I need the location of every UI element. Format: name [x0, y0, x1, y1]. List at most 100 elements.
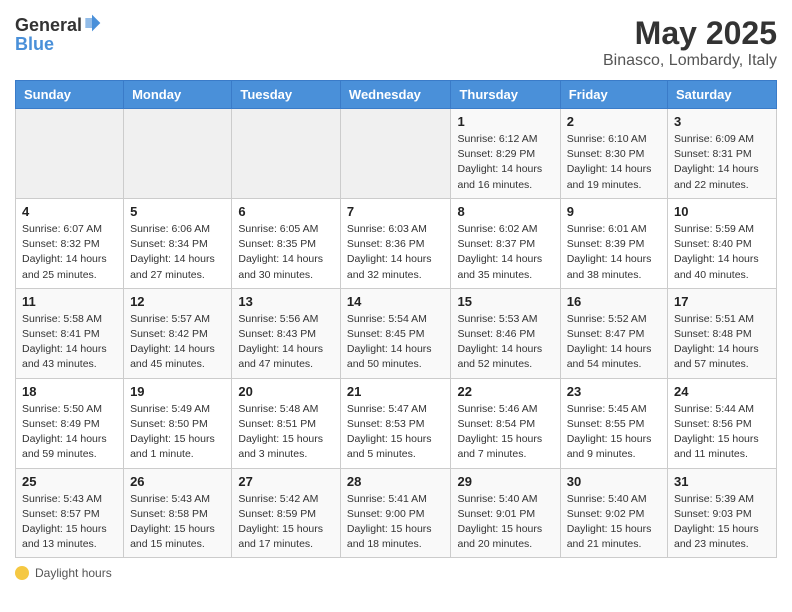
- calendar-cell: 1 Sunrise: 6:12 AM Sunset: 8:29 PM Daylig…: [451, 109, 560, 199]
- day-info: Sunrise: 6:10 AM Sunset: 8:30 PM Dayligh…: [567, 132, 661, 193]
- day-number: 25: [22, 474, 117, 489]
- footer: Daylight hours: [15, 566, 777, 580]
- calendar-cell: 22 Sunrise: 5:46 AM Sunset: 8:54 PM Dayli…: [451, 378, 560, 468]
- calendar-cell: 27Sunrise: 5:42 AM Sunset: 8:59 PM Dayli…: [232, 468, 341, 558]
- calendar-cell: 30 Sunrise: 5:40 AM Sunset: 9:02 PM Dayli…: [560, 468, 667, 558]
- day-number: 1: [457, 114, 553, 129]
- day-number: 23: [567, 384, 661, 399]
- day-number: 29: [457, 474, 553, 489]
- day-number: 31: [674, 474, 770, 489]
- calendar-cell: 2 Sunrise: 6:10 AM Sunset: 8:30 PM Daylig…: [560, 109, 667, 199]
- calendar-cell: 29Sunrise: 5:40 AM Sunset: 9:01 PM Dayli…: [451, 468, 560, 558]
- day-info: Sunrise: 5:47 AM Sunset: 8:53 PM Dayligh…: [347, 402, 445, 463]
- calendar-cell: 4Sunrise: 6:07 AM Sunset: 8:32 PM Daylig…: [16, 198, 124, 288]
- footer-label: Daylight hours: [35, 566, 112, 580]
- calendar-header-row: SundayMondayTuesdayWednesdayThursdayFrid…: [16, 81, 777, 109]
- page-header: General Blue May 2025 Binasco, Lombardy,…: [15, 15, 777, 70]
- day-info: Sunrise: 5:58 AM Sunset: 8:41 PM Dayligh…: [22, 312, 117, 373]
- day-info: Sunrise: 5:46 AM Sunset: 8:54 PM Dayligh…: [457, 402, 553, 463]
- calendar-cell: 21 Sunrise: 5:47 AM Sunset: 8:53 PM Dayli…: [340, 378, 451, 468]
- day-number: 16: [567, 294, 661, 309]
- day-number: 24: [674, 384, 770, 399]
- day-number: 17: [674, 294, 770, 309]
- calendar-cell: 10 Sunrise: 5:59 AM Sunset: 8:40 PM Dayli…: [668, 198, 777, 288]
- calendar-cell: 15 Sunrise: 5:53 AM Sunset: 8:46 PM Dayli…: [451, 288, 560, 378]
- day-info: Sunrise: 6:09 AM Sunset: 8:31 PM Dayligh…: [674, 132, 770, 193]
- day-number: 5: [130, 204, 225, 219]
- calendar-cell: [340, 109, 451, 199]
- day-number: 18: [22, 384, 117, 399]
- day-info: Sunrise: 6:12 AM Sunset: 8:29 PM Dayligh…: [457, 132, 553, 193]
- day-info: Sunrise: 5:41 AM Sunset: 9:00 PM Dayligh…: [347, 492, 445, 553]
- day-of-week-sunday: Sunday: [16, 81, 124, 109]
- calendar-cell: 24 Sunrise: 5:44 AM Sunset: 8:56 PM Dayli…: [668, 378, 777, 468]
- day-number: 11: [22, 294, 117, 309]
- day-info: Sunrise: 5:40 AM Sunset: 9:02 PM Dayligh…: [567, 492, 661, 553]
- calendar-cell: 28 Sunrise: 5:41 AM Sunset: 9:00 PM Dayli…: [340, 468, 451, 558]
- calendar-cell: 14 Sunrise: 5:54 AM Sunset: 8:45 PM Dayli…: [340, 288, 451, 378]
- day-number: 3: [674, 114, 770, 129]
- day-of-week-tuesday: Tuesday: [232, 81, 341, 109]
- day-info: Sunrise: 6:03 AM Sunset: 8:36 PM Dayligh…: [347, 222, 445, 283]
- calendar-cell: 9 Sunrise: 6:01 AM Sunset: 8:39 PM Daylig…: [560, 198, 667, 288]
- calendar-cell: 8 Sunrise: 6:02 AM Sunset: 8:37 PM Daylig…: [451, 198, 560, 288]
- calendar-week-4: 18 Sunrise: 5:50 AM Sunset: 8:49 PM Dayli…: [16, 378, 777, 468]
- day-info: Sunrise: 6:01 AM Sunset: 8:39 PM Dayligh…: [567, 222, 661, 283]
- day-number: 30: [567, 474, 661, 489]
- title-section: May 2025 Binasco, Lombardy, Italy: [603, 15, 777, 70]
- day-number: 12: [130, 294, 225, 309]
- day-number: 13: [238, 294, 334, 309]
- day-number: 20: [238, 384, 334, 399]
- logo: General Blue: [15, 15, 102, 53]
- day-number: 28: [347, 474, 445, 489]
- day-info: Sunrise: 5:48 AM Sunset: 8:51 PM Dayligh…: [238, 402, 334, 463]
- calendar-cell: 5 Sunrise: 6:06 AM Sunset: 8:34 PM Daylig…: [124, 198, 232, 288]
- day-info: Sunrise: 6:06 AM Sunset: 8:34 PM Dayligh…: [130, 222, 225, 283]
- day-info: Sunrise: 5:59 AM Sunset: 8:40 PM Dayligh…: [674, 222, 770, 283]
- day-info: Sunrise: 5:57 AM Sunset: 8:42 PM Dayligh…: [130, 312, 225, 373]
- day-number: 27: [238, 474, 334, 489]
- logo-icon: [82, 13, 102, 33]
- day-info: Sunrise: 5:53 AM Sunset: 8:46 PM Dayligh…: [457, 312, 553, 373]
- day-info: Sunrise: 5:39 AM Sunset: 9:03 PM Dayligh…: [674, 492, 770, 553]
- day-info: Sunrise: 5:43 AM Sunset: 8:58 PM Dayligh…: [130, 492, 225, 553]
- day-number: 14: [347, 294, 445, 309]
- day-of-week-monday: Monday: [124, 81, 232, 109]
- day-info: Sunrise: 5:52 AM Sunset: 8:47 PM Dayligh…: [567, 312, 661, 373]
- location-title: Binasco, Lombardy, Italy: [603, 52, 777, 70]
- calendar-cell: 25 Sunrise: 5:43 AM Sunset: 8:57 PM Dayli…: [16, 468, 124, 558]
- day-info: Sunrise: 5:43 AM Sunset: 8:57 PM Dayligh…: [22, 492, 117, 553]
- day-number: 15: [457, 294, 553, 309]
- day-info: Sunrise: 5:50 AM Sunset: 8:49 PM Dayligh…: [22, 402, 117, 463]
- calendar-cell: 19Sunrise: 5:49 AM Sunset: 8:50 PM Dayli…: [124, 378, 232, 468]
- calendar-week-5: 25 Sunrise: 5:43 AM Sunset: 8:57 PM Dayli…: [16, 468, 777, 558]
- day-number: 21: [347, 384, 445, 399]
- calendar-cell: 12 Sunrise: 5:57 AM Sunset: 8:42 PM Dayli…: [124, 288, 232, 378]
- calendar-week-3: 11 Sunrise: 5:58 AM Sunset: 8:41 PM Dayli…: [16, 288, 777, 378]
- day-info: Sunrise: 5:54 AM Sunset: 8:45 PM Dayligh…: [347, 312, 445, 373]
- day-number: 19: [130, 384, 225, 399]
- day-info: Sunrise: 6:02 AM Sunset: 8:37 PM Dayligh…: [457, 222, 553, 283]
- calendar-cell: 13 Sunrise: 5:56 AM Sunset: 8:43 PM Dayli…: [232, 288, 341, 378]
- calendar-cell: 16 Sunrise: 5:52 AM Sunset: 8:47 PM Dayli…: [560, 288, 667, 378]
- day-info: Sunrise: 5:45 AM Sunset: 8:55 PM Dayligh…: [567, 402, 661, 463]
- day-number: 8: [457, 204, 553, 219]
- day-info: Sunrise: 5:44 AM Sunset: 8:56 PM Dayligh…: [674, 402, 770, 463]
- day-number: 9: [567, 204, 661, 219]
- day-info: Sunrise: 5:56 AM Sunset: 8:43 PM Dayligh…: [238, 312, 334, 373]
- day-number: 2: [567, 114, 661, 129]
- month-title: May 2025: [603, 15, 777, 52]
- day-of-week-thursday: Thursday: [451, 81, 560, 109]
- day-of-week-saturday: Saturday: [668, 81, 777, 109]
- calendar-cell: 17Sunrise: 5:51 AM Sunset: 8:48 PM Dayli…: [668, 288, 777, 378]
- day-info: Sunrise: 6:05 AM Sunset: 8:35 PM Dayligh…: [238, 222, 334, 283]
- logo-blue: Blue: [15, 35, 54, 53]
- day-number: 4: [22, 204, 117, 219]
- day-number: 10: [674, 204, 770, 219]
- calendar-cell: 23 Sunrise: 5:45 AM Sunset: 8:55 PM Dayli…: [560, 378, 667, 468]
- day-number: 22: [457, 384, 553, 399]
- calendar-cell: 26Sunrise: 5:43 AM Sunset: 8:58 PM Dayli…: [124, 468, 232, 558]
- calendar-table: SundayMondayTuesdayWednesdayThursdayFrid…: [15, 80, 777, 558]
- sun-icon: [15, 566, 29, 580]
- calendar-cell: [16, 109, 124, 199]
